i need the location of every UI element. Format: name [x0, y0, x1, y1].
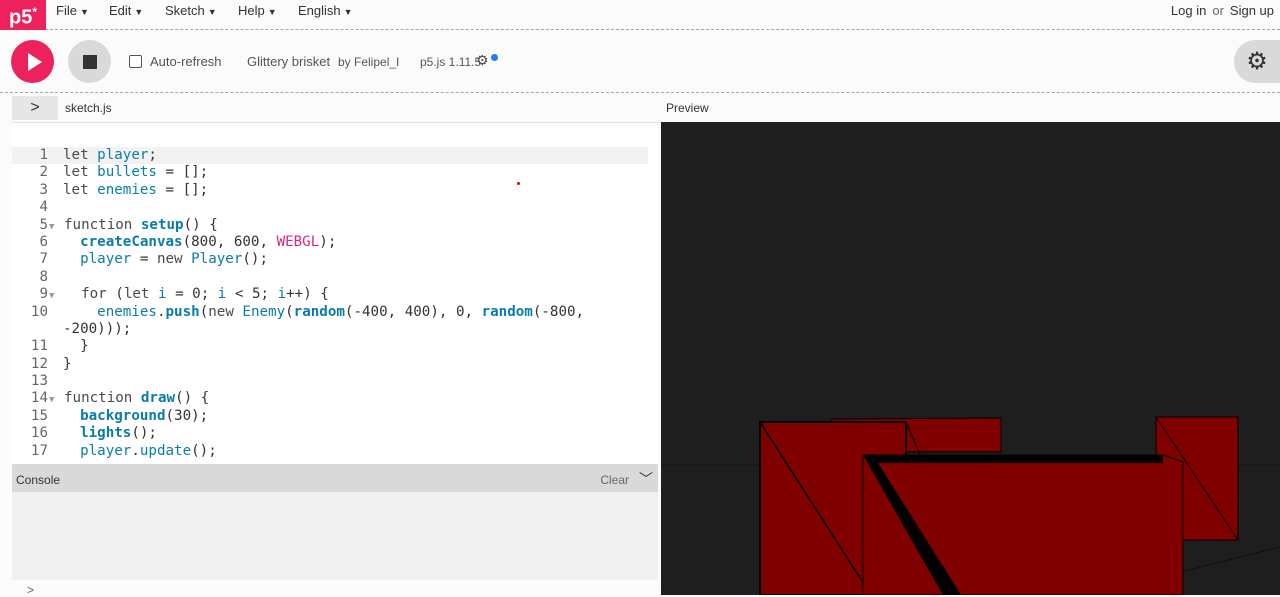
logo-text: p5: [8, 6, 33, 29]
line-number: 5: [39, 216, 48, 233]
sidebar-toggle-button[interactable]: >: [12, 96, 58, 120]
code-line[interactable]: 16 lights();: [12, 425, 648, 442]
signup-link[interactable]: Sign up: [1230, 3, 1274, 18]
file-tab-name[interactable]: sketch.js: [65, 101, 112, 115]
play-button[interactable]: [11, 40, 54, 83]
toolbar: Auto-refresh Glittery brisket by Felipel…: [0, 31, 1280, 93]
code-line[interactable]: 3 let enemies = [];: [12, 182, 648, 199]
menu-sketch[interactable]: Sketch ▼: [165, 0, 217, 30]
line-number: 8: [39, 268, 48, 285]
top-nav: p5* File ▼ Edit ▼ Sketch ▼ Help ▼ English ▼ L…: [0, 0, 1280, 30]
code-line[interactable]: 15 background(30);: [12, 408, 648, 425]
preview-scene: [661, 416, 1280, 595]
menu-edit[interactable]: Edit ▼: [109, 0, 143, 30]
auto-refresh-checkbox[interactable]: [129, 55, 142, 68]
line-number: 4: [39, 199, 48, 216]
console-clear-button[interactable]: Clear: [600, 473, 629, 487]
code-line[interactable]: 6 createCanvas(800, 600, WEBGL);: [12, 234, 648, 251]
line-number: 6: [39, 233, 48, 250]
login-link[interactable]: Log in: [1171, 3, 1206, 18]
menu-edit-label: Edit: [109, 3, 132, 18]
auto-refresh-toggle[interactable]: Auto-refresh: [129, 54, 222, 69]
code-editor[interactable]: 1 let player; 2 let bullets = []; 3 let ene…: [12, 122, 658, 464]
code-line[interactable]: 11 }: [12, 338, 648, 355]
console-title: Console: [16, 473, 61, 487]
line-number: 7: [39, 251, 48, 268]
menu-language[interactable]: English ▼: [298, 0, 353, 30]
code-line[interactable]: 14▼ function draw() {: [12, 390, 648, 407]
menu-language-label: English: [298, 3, 341, 18]
line-number: 12: [30, 355, 48, 372]
code-line[interactable]: 12}: [12, 356, 648, 373]
code-line[interactable]: 1 let player;: [12, 147, 648, 165]
code-line[interactable]: 8: [12, 269, 648, 286]
line-number: 9: [39, 286, 48, 303]
code-line[interactable]: 4: [12, 199, 648, 216]
settings-button[interactable]: ⚙: [1234, 40, 1280, 83]
p5-logo[interactable]: p5*: [0, 0, 46, 30]
code-line-wrap[interactable]: -200)));: [12, 321, 648, 338]
player-cube-edge: [863, 455, 1163, 463]
line-number: 3: [39, 181, 48, 198]
console-output[interactable]: [12, 492, 658, 580]
play-icon: [27, 52, 42, 71]
line-number: 11: [30, 338, 48, 355]
preview-label: Preview: [666, 101, 709, 115]
line-number: 16: [30, 425, 48, 442]
gear-icon: ⚙: [1246, 48, 1268, 75]
notification-dot: [491, 54, 498, 61]
caret-down-icon: ▼: [267, 7, 277, 17]
line-number: 17: [30, 442, 48, 459]
auto-refresh-label: Auto-refresh: [150, 54, 222, 69]
chevron-right-icon: >: [30, 99, 40, 116]
caret-down-icon: ▼: [79, 7, 89, 17]
caret-down-icon: ▼: [207, 7, 217, 17]
code-line[interactable]: 5▼ function setup() {: [12, 217, 648, 234]
code-lines[interactable]: 1 let player; 2 let bullets = []; 3 let ene…: [12, 147, 648, 460]
editor-header: > sketch.js: [12, 96, 658, 120]
code-line[interactable]: 9▼ for (let i = 0; i < 5; i++) {: [12, 286, 648, 303]
stop-icon: [82, 54, 97, 69]
sketch-name[interactable]: Glittery brisket: [247, 54, 330, 69]
console-header: Console Clear ﹀: [12, 464, 658, 492]
auth-links: Log in or Sign up: [1171, 0, 1274, 22]
code-line[interactable]: 17 player.update();: [12, 443, 648, 460]
or-text: or: [1212, 3, 1224, 18]
caret-down-icon: ▼: [343, 7, 353, 17]
code-line[interactable]: 7 player = new Player();: [12, 251, 648, 268]
version-settings-gear-icon[interactable]: ⚙: [476, 52, 489, 69]
caret-down-icon: ▼: [134, 7, 144, 17]
line-number: 14: [30, 390, 48, 407]
line-number: 2: [39, 164, 48, 181]
floor-line: [1180, 546, 1280, 573]
chevron-down-icon[interactable]: ﹀: [639, 469, 653, 489]
logo-star: *: [32, 5, 37, 19]
code-line[interactable]: 13: [12, 373, 648, 390]
line-number: 15: [30, 407, 48, 424]
menu-file-label: File: [56, 3, 77, 18]
stop-button[interactable]: [68, 40, 111, 83]
menu-help[interactable]: Help ▼: [238, 0, 277, 30]
preview-canvas[interactable]: [661, 122, 1280, 595]
code-line[interactable]: 2 let bullets = [];: [12, 164, 648, 181]
menu-help-label: Help: [238, 3, 265, 18]
line-number: 10: [30, 303, 48, 320]
menu-sketch-label: Sketch: [165, 3, 205, 18]
menu-file[interactable]: File ▼: [56, 0, 89, 30]
sketch-author[interactable]: by Felipel_I: [338, 55, 399, 69]
line-number: 13: [30, 373, 48, 390]
line-number: 1: [39, 147, 48, 163]
p5-version[interactable]: p5.js 1.11.5: [420, 55, 481, 69]
code-line[interactable]: 10 enemies.push(new Enemy(random(-400, 4…: [12, 304, 648, 321]
